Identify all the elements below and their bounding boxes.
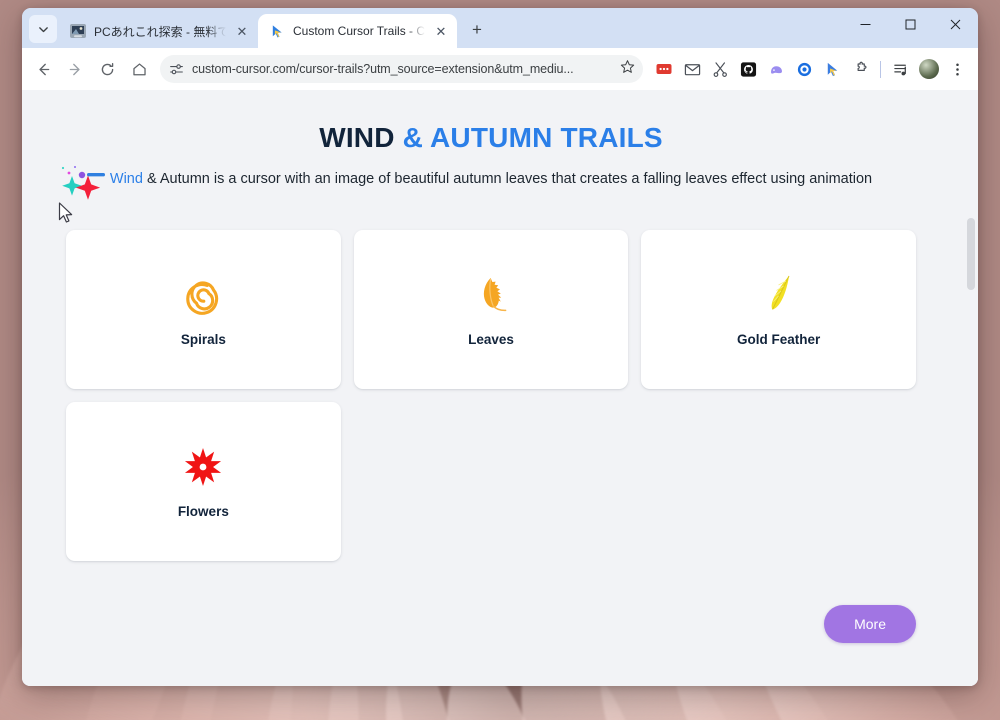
browser-menu-button[interactable] <box>944 56 970 82</box>
site-settings-icon[interactable] <box>169 62 184 77</box>
page-subtitle-rest: & Autumn is a cursor with an image of be… <box>142 171 873 187</box>
cursor-card-gold-feather[interactable]: Gold Feather <box>641 229 916 389</box>
reload-button[interactable] <box>92 54 122 84</box>
github-extension-icon[interactable] <box>735 56 761 82</box>
ghost-extension-icon[interactable] <box>763 56 789 82</box>
maximize-icon <box>905 19 916 29</box>
feather-icon <box>759 272 799 318</box>
cursor-card-spirals[interactable]: Spirals <box>66 229 341 389</box>
address-bar-url[interactable]: custom-cursor.com/cursor-trails?utm_sour… <box>192 62 612 76</box>
bookmark-star-button[interactable] <box>620 59 635 79</box>
flower-icon <box>182 444 224 490</box>
browser-tab-2[interactable]: Custom Cursor Trails - Custom C ✕ <box>258 14 457 48</box>
page-title-accent: & AUTUMN TRAILS <box>402 122 663 153</box>
address-bar[interactable]: custom-cursor.com/cursor-trails?utm_sour… <box>160 55 643 83</box>
avatar <box>919 59 939 79</box>
scissors-extension-icon[interactable] <box>707 56 733 82</box>
tab-close-button[interactable]: ✕ <box>234 23 250 39</box>
extensions-puzzle-icon[interactable] <box>847 56 873 82</box>
custom-cursor-extension-icon[interactable] <box>819 56 845 82</box>
page-scrollbar-track[interactable] <box>962 90 978 686</box>
new-tab-button[interactable]: + <box>463 16 491 44</box>
minimize-button[interactable] <box>843 8 888 40</box>
pc-site-favicon <box>70 23 86 39</box>
profile-avatar[interactable] <box>916 56 942 82</box>
cursor-card-label: Flowers <box>177 503 229 519</box>
spiral-icon <box>183 272 223 318</box>
mail-extension-icon[interactable] <box>679 56 705 82</box>
page-title-dark: WIND <box>319 122 403 153</box>
tab-close-button[interactable]: ✕ <box>433 23 449 39</box>
page-content: WIND & AUTUMN TRAILS Wind & Autumn is a … <box>22 90 960 686</box>
forward-button[interactable] <box>60 54 90 84</box>
toolbar-divider <box>880 60 881 78</box>
tab-strip: PCあれこれ探索 - 無料で使えるフリ ✕ Custom Cursor Trai… <box>22 8 978 48</box>
cursor-card-leaves[interactable]: Leaves <box>353 229 629 389</box>
page-subtitle-lead: Wind <box>109 171 143 187</box>
back-arrow-icon <box>38 63 49 75</box>
custom-cursor-favicon <box>269 23 285 39</box>
three-dot-menu-icon <box>955 63 959 75</box>
cursor-card-label: Spirals <box>180 331 226 347</box>
home-button[interactable] <box>124 54 154 84</box>
page-subtitle: Wind & Autumn is a cursor with an image … <box>51 166 931 200</box>
adblock-extension-icon[interactable] <box>651 56 677 82</box>
cursor-card-label: Gold Feather <box>737 331 821 347</box>
minimize-icon <box>860 23 871 25</box>
forward-arrow-icon <box>69 63 80 75</box>
extensions-area <box>651 56 873 82</box>
maximize-button[interactable] <box>888 8 933 40</box>
browser-tab-1[interactable]: PCあれこれ探索 - 無料で使えるフリ ✕ <box>59 14 258 48</box>
back-button[interactable] <box>28 54 58 84</box>
reload-icon <box>101 62 113 75</box>
chevron-down-icon <box>38 26 48 32</box>
media-list-icon[interactable] <box>888 56 914 82</box>
page-scrollbar-thumb[interactable] <box>967 218 975 290</box>
more-button-row: More <box>66 604 916 643</box>
browser-window: PCあれこれ探索 - 無料で使えるフリ ✕ Custom Cursor Trai… <box>22 8 978 686</box>
target-extension-icon[interactable] <box>791 56 817 82</box>
desktop: PCあれこれ探索 - 無料で使えるフリ ✕ Custom Cursor Trai… <box>0 0 1000 720</box>
tab-title: Custom Cursor Trails - Custom C <box>293 24 425 38</box>
tab-search-button[interactable] <box>29 15 57 43</box>
sparkle-cursor-decoration <box>57 162 109 200</box>
page-title: WIND & AUTUMN TRAILS <box>22 122 960 154</box>
close-icon <box>950 19 961 29</box>
cursor-card-grid: Spirals Leaves Gold Feather Flowers <box>66 229 916 561</box>
more-button[interactable]: More <box>824 604 916 643</box>
window-controls <box>843 8 978 48</box>
close-window-button[interactable] <box>933 8 978 40</box>
tab-title: PCあれこれ探索 - 無料で使えるフリ <box>94 24 226 39</box>
home-icon <box>132 62 146 75</box>
cursor-card-label: Leaves <box>468 331 514 347</box>
leaf-icon <box>471 272 511 318</box>
page-viewport: WIND & AUTUMN TRAILS Wind & Autumn is a … <box>22 90 978 686</box>
star-icon <box>620 60 635 73</box>
browser-toolbar: custom-cursor.com/cursor-trails?utm_sour… <box>22 48 978 90</box>
cursor-card-flowers[interactable]: Flowers <box>66 401 341 561</box>
